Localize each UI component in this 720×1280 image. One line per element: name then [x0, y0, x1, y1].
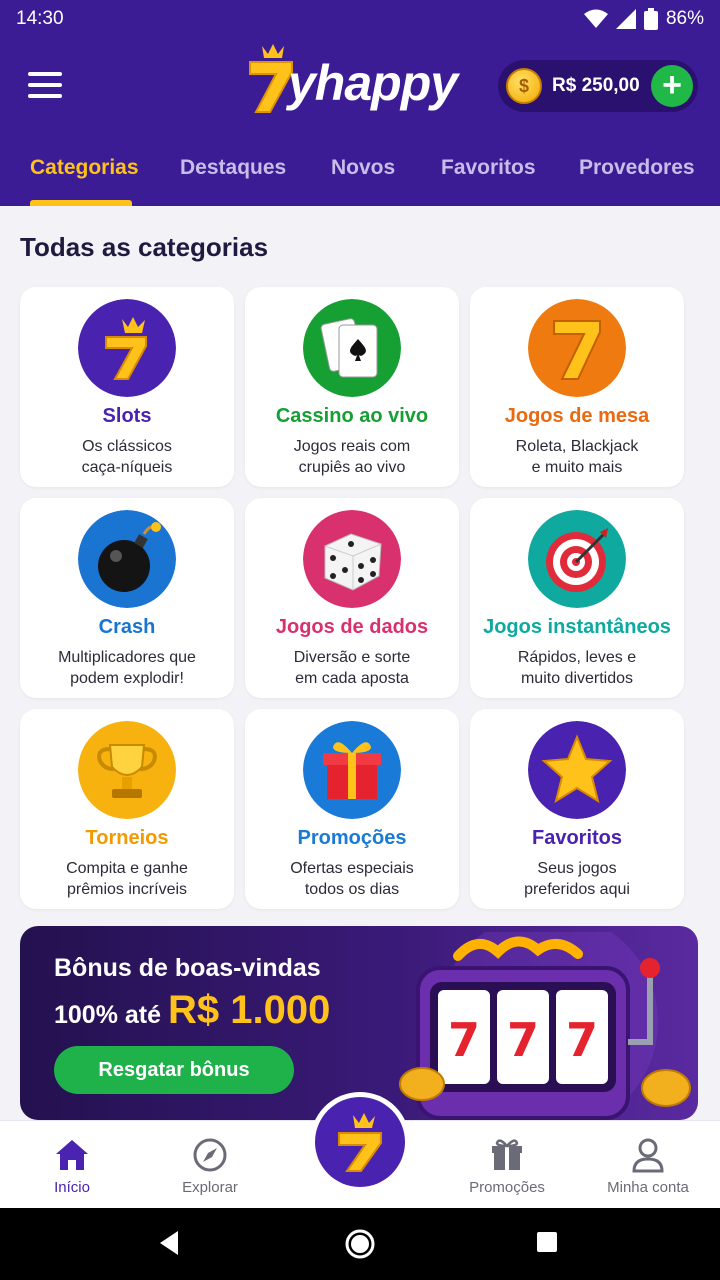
home-button-icon[interactable] — [344, 1228, 376, 1260]
top-bar: yhappy $ R$ 250,00 + — [0, 40, 720, 140]
category-title: Favoritos — [531, 827, 623, 849]
tab-categorias[interactable]: Categorias — [30, 156, 139, 180]
trophy-icon — [78, 721, 176, 819]
category-title: Cassino ao vivo — [275, 405, 429, 427]
seven-crown-icon — [338, 1113, 382, 1172]
home-icon — [56, 1140, 88, 1170]
bomb-icon — [78, 510, 176, 608]
category-description: Multiplicadores que podem explodir! — [58, 649, 196, 687]
status-bar: 14:30 86% — [0, 0, 720, 40]
nav-explorar[interactable]: Explorar — [138, 1121, 282, 1209]
nav-inicio[interactable]: Início — [0, 1121, 144, 1209]
category-title: Jogos de mesa — [504, 405, 650, 427]
claim-bonus-button[interactable]: Resgatar bônus — [54, 1046, 294, 1094]
banner-amount: R$ 1.000 — [167, 988, 331, 1032]
nav-label: Explorar — [182, 1179, 238, 1196]
back-icon[interactable] — [158, 1230, 180, 1256]
category-card-torneios[interactable]: Torneios Compita e ganhe prêmios incrívei… — [20, 709, 234, 909]
center-home-button[interactable] — [310, 1092, 410, 1192]
category-description: Diversão e sorte em cada aposta — [293, 649, 411, 687]
category-card-slots[interactable]: Slots Os clássicos caça-níqueis — [20, 287, 234, 487]
nav-label: Minha conta — [607, 1179, 689, 1196]
category-description: Roleta, Blackjack e muito mais — [515, 438, 639, 476]
gift-outline-icon — [492, 1139, 522, 1170]
playing-cards-icon — [303, 299, 401, 397]
tab-novos[interactable]: Novos — [331, 156, 395, 180]
tab-destaques[interactable]: Destaques — [180, 156, 286, 180]
category-card-favoritos[interactable]: Favoritos Seus jogos preferidos aqui — [470, 709, 684, 909]
nav-label: Início — [54, 1179, 90, 1196]
category-card-jogos-de-mesa[interactable]: Jogos de mesa Roleta, Blackjack e muito m… — [470, 287, 684, 487]
status-time: 14:30 — [16, 8, 64, 29]
center-button-circle — [315, 1097, 405, 1187]
category-title: Jogos de dados — [275, 616, 429, 638]
target-icon — [528, 510, 626, 608]
category-description: Compita e ganhe prêmios incríveis — [66, 860, 188, 898]
compass-icon — [193, 1138, 227, 1172]
seven-icon — [528, 299, 626, 397]
signal-icon — [615, 9, 636, 29]
nav-label: Promoções — [469, 1179, 545, 1196]
category-title: Promoções — [297, 827, 407, 849]
category-tabs: Categorias Destaques Novos Favoritos Pro… — [0, 152, 720, 206]
nav-minha-conta[interactable]: Minha conta — [576, 1121, 720, 1209]
gift-icon — [303, 721, 401, 819]
coin-icon: $ — [506, 68, 542, 104]
logo-text: yhappy — [288, 55, 458, 111]
section-title: Todas as categorias — [20, 232, 269, 262]
category-title: Jogos instantâneos — [483, 616, 671, 638]
category-card-cassino-ao-vivo[interactable]: Cassino ao vivo Jogos reais com crupiês a… — [245, 287, 459, 487]
recents-icon[interactable] — [536, 1231, 558, 1253]
app-logo: yhappy — [248, 40, 458, 116]
wifi-icon — [583, 9, 608, 28]
user-icon — [632, 1138, 664, 1173]
category-description: Seus jogos preferidos aqui — [524, 860, 630, 898]
add-funds-button[interactable]: + — [651, 65, 693, 107]
category-title: Torneios — [85, 827, 169, 849]
category-description: Os clássicos caça-níqueis — [81, 438, 173, 476]
battery-icon — [643, 8, 658, 30]
status-icons: 86% — [583, 8, 704, 30]
category-title: Slots — [102, 405, 152, 427]
active-tab-indicator — [30, 200, 132, 206]
tab-favoritos[interactable]: Favoritos — [441, 156, 536, 180]
slot-machine-icon: 7 7 7 — [399, 932, 691, 1120]
category-card-jogos-de-dados[interactable]: Jogos de dados Diversão e sorte em cada a… — [245, 498, 459, 698]
category-description: Rápidos, leves e muito divertidos — [517, 649, 637, 687]
category-card-promocoes[interactable]: Promoções Ofertas especiais todos os dias — [245, 709, 459, 909]
svg-text:7: 7 — [566, 1013, 598, 1067]
tab-provedores[interactable]: Provedores — [579, 156, 695, 180]
battery-level: 86% — [665, 8, 704, 29]
balance-amount: R$ 250,00 — [552, 75, 640, 96]
dice-icon — [303, 510, 401, 608]
system-navigation-bar — [0, 1208, 720, 1280]
category-description: Jogos reais com crupiês ao vivo — [293, 438, 411, 476]
app-header: 14:30 86% yhappy $ R$ 250,00 + Categoria… — [0, 0, 720, 206]
nav-promocoes[interactable]: Promoções — [435, 1121, 579, 1209]
category-description: Ofertas especiais todos os dias — [290, 860, 414, 898]
category-card-crash[interactable]: Crash Multiplicadores que podem explodir! — [20, 498, 234, 698]
category-card-jogos-instantaneos[interactable]: Jogos instantâneos Rápidos, leves e muito… — [470, 498, 684, 698]
banner-offer: 100% até R$ 1.000 — [54, 988, 331, 1032]
svg-text:7: 7 — [448, 1013, 480, 1067]
seven-crown-icon — [78, 299, 176, 397]
balance-pill[interactable]: $ R$ 250,00 + — [498, 60, 698, 112]
welcome-bonus-banner[interactable]: Bônus de boas-vindas 100% até R$ 1.000 R… — [20, 926, 698, 1120]
star-icon — [528, 721, 626, 819]
menu-icon[interactable] — [28, 72, 62, 98]
svg-text:7: 7 — [507, 1013, 539, 1067]
category-title: Crash — [98, 616, 156, 638]
banner-title: Bônus de boas-vindas — [54, 954, 321, 982]
